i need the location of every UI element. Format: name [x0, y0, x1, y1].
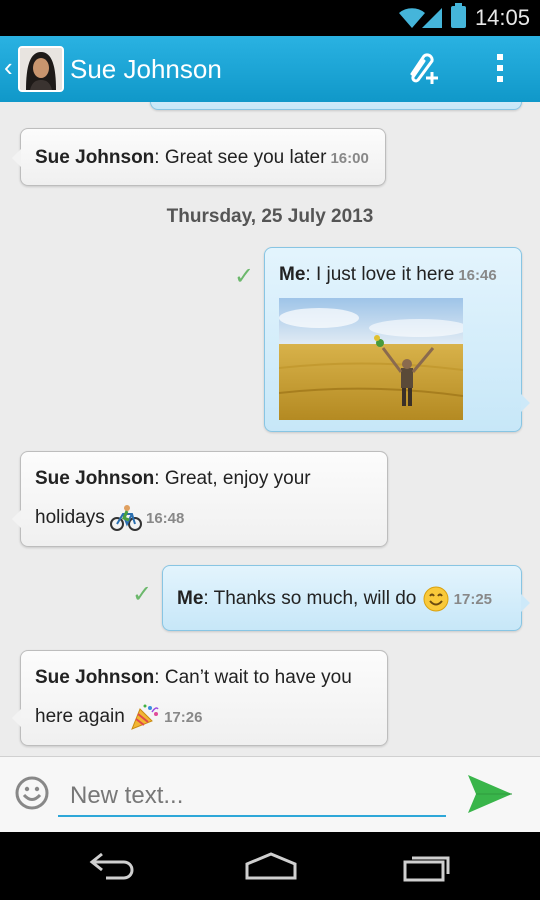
- nav-back-icon[interactable]: [88, 850, 138, 882]
- message-input[interactable]: [58, 779, 446, 813]
- overflow-menu-icon[interactable]: [492, 54, 508, 84]
- photo-attachment[interactable]: [279, 298, 463, 420]
- message-bubble-incoming[interactable]: Sue Johnson: Great, enjoy your holidays …: [12, 451, 388, 547]
- message-text: : Great, enjoy your: [154, 468, 311, 489]
- smile-emoji-icon: [423, 586, 449, 612]
- message-time: 17:26: [164, 709, 203, 726]
- battery-icon: [451, 3, 466, 28]
- message-input-wrapper: [58, 779, 446, 817]
- message-bubble-partial: [150, 102, 522, 110]
- message-sender: Me: [177, 588, 204, 609]
- conversation-header: ‹ Sue Johnson: [0, 36, 540, 102]
- send-icon[interactable]: [466, 771, 514, 817]
- message-sender: Sue Johnson: [35, 667, 155, 688]
- message-text: : I just love it here: [305, 264, 455, 285]
- message-time: 17:25: [453, 591, 493, 608]
- attach-add-icon[interactable]: [402, 50, 442, 86]
- message-list[interactable]: Sue Johnson: Great see you later 16:00 Th…: [0, 102, 540, 756]
- date-separator: Thursday, 25 July 2013: [166, 206, 374, 227]
- message-sender: Me: [279, 264, 306, 285]
- bicycle-emoji-icon: [110, 504, 142, 531]
- message-text: holidays: [35, 507, 105, 528]
- nav-recent-icon[interactable]: [402, 850, 456, 882]
- message-time: 16:48: [146, 510, 185, 527]
- delivered-check-icon: ✓: [132, 581, 153, 608]
- message-bubble-incoming[interactable]: Sue Johnson: Great see you later 16:00: [12, 128, 386, 186]
- status-time: 14:05: [474, 5, 530, 30]
- message-text: : Can’t wait to have you: [154, 667, 352, 688]
- nav-home-icon[interactable]: [244, 850, 298, 882]
- message-bubble-incoming[interactable]: Sue Johnson: Can’t wait to have you here…: [12, 650, 388, 746]
- back-chevron-icon[interactable]: ‹: [4, 52, 13, 83]
- system-navigation-bar: [0, 832, 540, 900]
- message-bubble-outgoing[interactable]: Me: I just love it here 16:46: [264, 247, 530, 432]
- message-sender: Sue Johnson: [35, 468, 155, 489]
- message-sender: Sue Johnson: [35, 147, 155, 168]
- message-bubble-outgoing[interactable]: Me: Thanks so much, will do 17:25: [162, 565, 530, 631]
- delivered-check-icon: ✓: [234, 263, 255, 290]
- message-time: 16:00: [330, 150, 369, 167]
- message-text: : Thanks so much, will do: [203, 588, 417, 609]
- message-time: 16:46: [458, 267, 497, 284]
- avatar[interactable]: [18, 46, 64, 92]
- composer-bar: [0, 756, 540, 832]
- status-bar: 14:05: [0, 0, 540, 36]
- signal-icon: [422, 8, 442, 28]
- contact-name[interactable]: Sue Johnson: [70, 54, 222, 85]
- message-text: : Great see you later: [154, 147, 327, 168]
- message-text: here again: [35, 706, 125, 727]
- smiley-icon[interactable]: [14, 775, 50, 811]
- party-popper-emoji-icon: [131, 704, 159, 730]
